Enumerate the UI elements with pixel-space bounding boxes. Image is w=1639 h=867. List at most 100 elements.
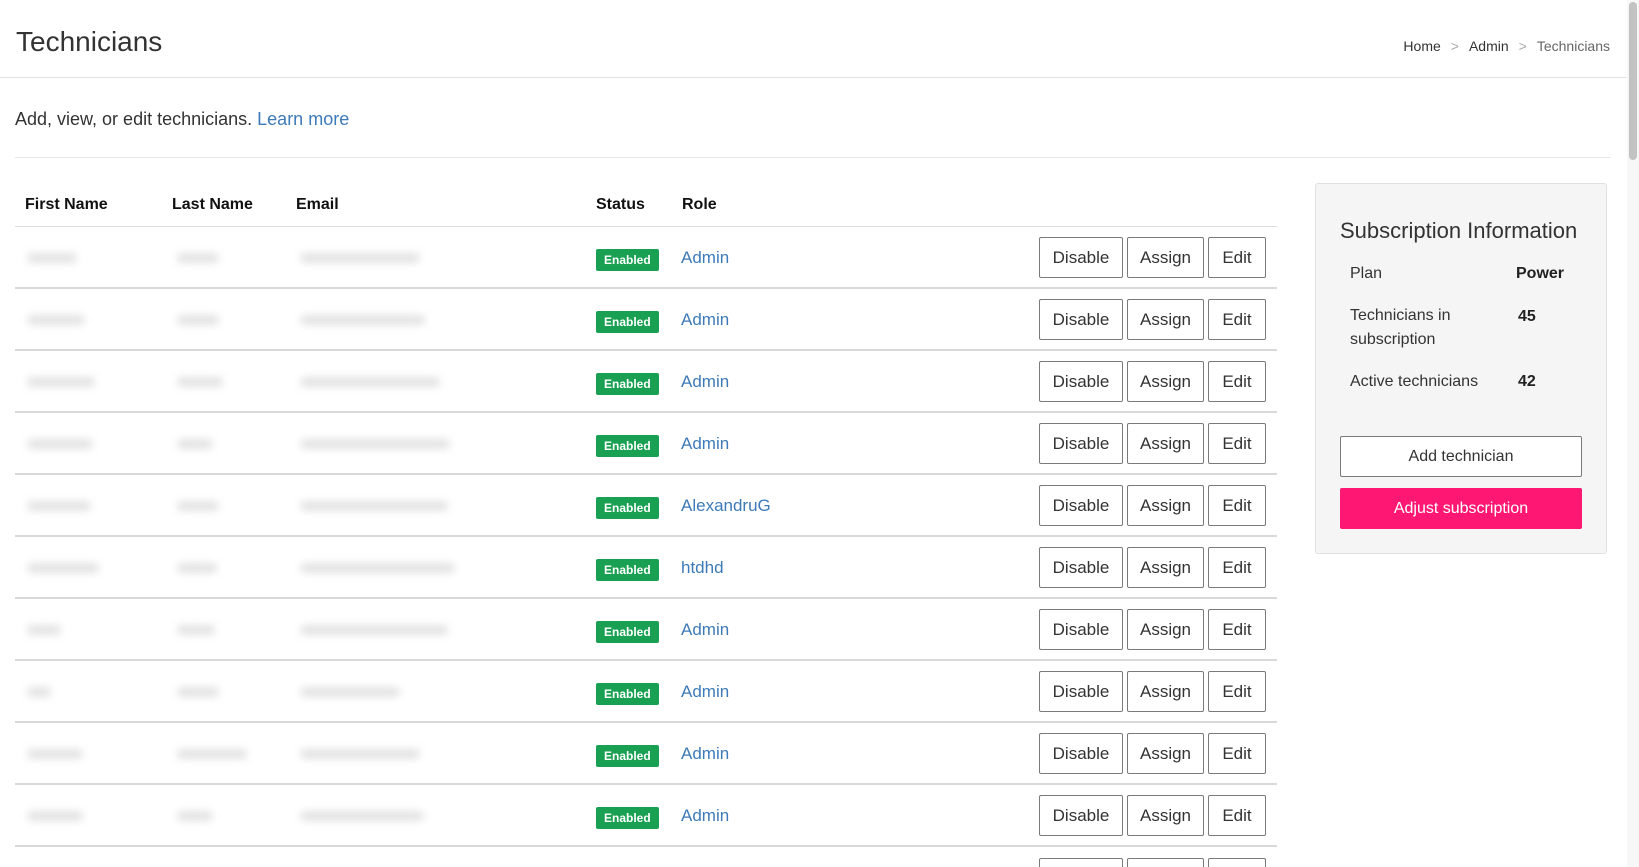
row-actions: Disable Assign Edit [1039,237,1266,278]
disable-button[interactable]: Disable [1039,795,1123,836]
assign-button[interactable]: Assign [1127,361,1204,402]
edit-button[interactable]: Edit [1208,609,1266,650]
intro-description: Add, view, or edit technicians. [15,109,253,129]
email-cell-redacted [300,687,400,697]
email-cell-redacted [300,377,440,387]
technicians-in-subscription-label: Technicians in subscription [1350,307,1451,348]
assign-button[interactable] [1127,858,1204,867]
edit-button[interactable]: Edit [1208,361,1266,402]
role-link[interactable]: Admin [681,434,729,454]
edit-button[interactable]: Edit [1208,671,1266,712]
disable-button[interactable]: Disable [1039,237,1123,278]
status-badge: Enabled [596,435,659,457]
adjust-subscription-button[interactable]: Adjust subscription [1340,488,1582,529]
disable-button[interactable]: Disable [1039,299,1123,340]
edit-button[interactable]: Edit [1208,733,1266,774]
breadcrumb: Home > Admin > Technicians [1403,38,1610,54]
first-name-cell-redacted [27,501,91,511]
table-header: First Name Last Name Email Status Role [15,188,1277,227]
column-header-role[interactable]: Role [682,196,717,214]
technicians-in-subscription-value: 45 [1518,308,1536,325]
page-scrollbar[interactable] [1627,0,1639,867]
role-link[interactable]: htdhd [681,558,724,578]
last-name-cell-redacted [177,377,223,387]
active-technicians-value: 42 [1518,373,1536,390]
first-name-cell-redacted [27,625,61,635]
status-badge: Enabled [596,497,659,519]
status-badge: Enabled [596,249,659,271]
intro-text: Add, view, or edit technicians. Learn mo… [15,109,349,130]
status-badge: Enabled [596,683,659,705]
last-name-cell-redacted [177,563,217,573]
assign-button[interactable]: Assign [1127,237,1204,278]
first-name-cell-redacted [27,439,93,449]
disable-button[interactable]: Disable [1039,485,1123,526]
breadcrumb-separator: > [1518,38,1527,54]
status-badge: Enabled [596,559,659,581]
disable-button[interactable]: Disable [1039,733,1123,774]
assign-button[interactable]: Assign [1127,733,1204,774]
breadcrumb-admin[interactable]: Admin [1469,38,1509,54]
status-badge: Enabled [596,745,659,767]
row-actions: Disable Assign Edit [1039,733,1266,774]
status-badge: Enabled [596,807,659,829]
assign-button[interactable]: Assign [1127,423,1204,464]
table-row: Enabled Admin Disable Assign Edit [15,661,1277,723]
assign-button[interactable]: Assign [1127,795,1204,836]
edit-button[interactable]: Edit [1208,237,1266,278]
assign-button[interactable]: Assign [1127,547,1204,588]
edit-button[interactable]: Edit [1208,547,1266,588]
edit-button[interactable]: Edit [1208,299,1266,340]
role-link[interactable]: Admin [681,806,729,826]
table-row: Enabled Admin Disable Assign Edit [15,413,1277,475]
role-link[interactable]: Admin [681,372,729,392]
email-cell-redacted [300,315,425,325]
edit-button[interactable]: Edit [1208,795,1266,836]
row-actions: Disable Assign Edit [1039,299,1266,340]
first-name-cell-redacted [27,687,51,697]
disable-button[interactable]: Disable [1039,671,1123,712]
status-badge: Enabled [596,621,659,643]
column-header-last-name[interactable]: Last Name [172,196,253,214]
email-cell-redacted [300,811,424,821]
role-link[interactable]: Admin [681,744,729,764]
disable-button[interactable]: Disable [1039,361,1123,402]
edit-button[interactable] [1208,858,1266,867]
technicians-table: First Name Last Name Email Status Role E… [15,188,1277,867]
assign-button[interactable]: Assign [1127,609,1204,650]
disable-button[interactable] [1039,858,1123,867]
assign-button[interactable]: Assign [1127,299,1204,340]
last-name-cell-redacted [177,439,213,449]
scrollbar-thumb[interactable] [1629,2,1637,160]
edit-button[interactable]: Edit [1208,423,1266,464]
column-header-status[interactable]: Status [596,196,645,214]
learn-more-link[interactable]: Learn more [257,109,349,129]
role-link[interactable]: Admin [681,310,729,330]
role-link[interactable]: Admin [681,620,729,640]
assign-button[interactable]: Assign [1127,671,1204,712]
disable-button[interactable]: Disable [1039,547,1123,588]
table-row: Enabled Admin Disable Assign Edit [15,785,1277,847]
first-name-cell-redacted [27,563,99,573]
row-actions: Disable Assign Edit [1039,423,1266,464]
disable-button[interactable]: Disable [1039,609,1123,650]
disable-button[interactable]: Disable [1039,423,1123,464]
divider [15,157,1611,158]
email-cell-redacted [300,253,420,263]
assign-button[interactable]: Assign [1127,485,1204,526]
role-link[interactable]: Admin [681,682,729,702]
page-title: Technicians [16,26,163,57]
add-technician-button[interactable]: Add technician [1340,436,1582,477]
edit-button[interactable]: Edit [1208,485,1266,526]
status-badge: Enabled [596,311,659,333]
breadcrumb-home[interactable]: Home [1403,38,1440,54]
first-name-cell-redacted [27,811,83,821]
breadcrumb-current: Technicians [1536,38,1610,54]
last-name-cell-redacted [177,253,219,263]
table-row: Enabled Admin Disable Assign Edit [15,289,1277,351]
role-link[interactable]: Admin [681,248,729,268]
role-link[interactable]: AlexandruG [681,496,771,516]
column-header-email[interactable]: Email [296,196,339,214]
last-name-cell-redacted [177,501,219,511]
column-header-first-name[interactable]: First Name [25,196,108,214]
